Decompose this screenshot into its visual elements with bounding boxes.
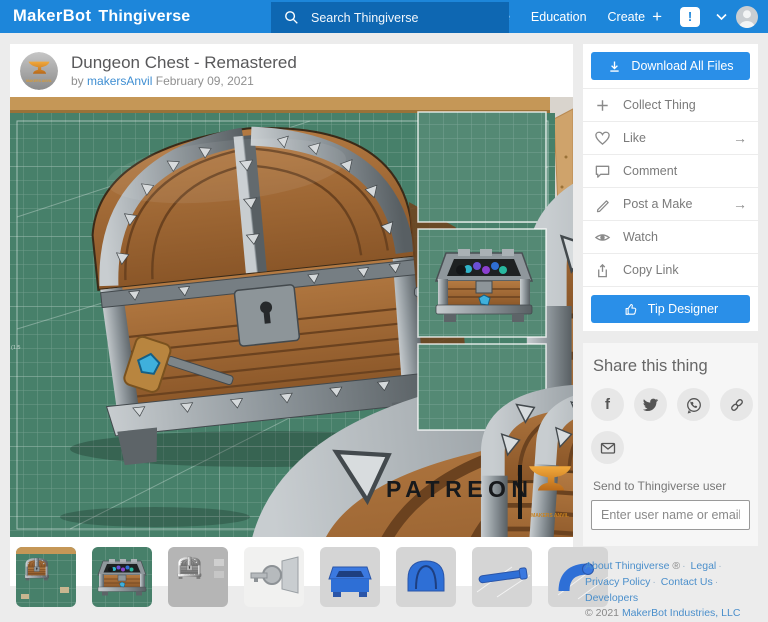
download-icon: [607, 59, 622, 74]
brand-makerbot: MakerBot: [13, 7, 91, 26]
download-all-files-button[interactable]: Download All Files: [591, 52, 750, 80]
thumbnail-render-blue-rod[interactable]: [472, 547, 532, 607]
thumbnail-photo-open-chest[interactable]: [92, 547, 152, 607]
thumbnail-render-blue-lid[interactable]: [396, 547, 456, 607]
comment-icon: [594, 163, 611, 180]
thumbs-up-icon: [623, 301, 639, 317]
makers-anvil-caption: MAKERS ANVIL: [531, 513, 569, 519]
search-input[interactable]: [309, 10, 493, 26]
main-thing-image[interactable]: (1.5: [10, 97, 573, 537]
share-twitter-button[interactable]: [634, 388, 667, 421]
thumbnail-render-gray-chest[interactable]: [168, 547, 228, 607]
eye-icon: [594, 229, 611, 246]
nav-create[interactable]: Create: [608, 10, 646, 24]
footer-developers-link[interactable]: Developers: [585, 592, 638, 604]
site-footer: About Thingiverse ®· Legal· Privacy Poli…: [583, 559, 758, 622]
creator-avatar-caption: MAKERS ANVIL: [26, 79, 52, 83]
plus-icon: [594, 97, 611, 114]
mat-marking: (1.5: [11, 345, 20, 351]
patreon-text: PATREON: [386, 476, 534, 502]
copy-link-button[interactable]: Copy Link: [583, 253, 758, 286]
collect-thing-button[interactable]: Collect Thing: [583, 88, 758, 121]
send-to-user-input[interactable]: [591, 500, 750, 530]
post-a-make-button[interactable]: Post a Make →: [583, 187, 758, 220]
publish-date: February 09, 2021: [156, 74, 254, 88]
thumbnail-render-lock-key[interactable]: [244, 547, 304, 607]
search-bar[interactable]: [271, 2, 509, 33]
search-icon: [284, 10, 299, 25]
page-title: Dungeon Chest - Remastered: [71, 53, 297, 73]
share-link-button[interactable]: [720, 388, 753, 421]
inset-open-chest: [418, 229, 546, 337]
notification-badge[interactable]: !: [680, 7, 700, 27]
share-title: Share this thing: [593, 357, 750, 376]
thing-header: MAKERS ANVIL Dungeon Chest - Remastered …: [10, 44, 573, 97]
heart-icon: [594, 130, 611, 147]
byline: by makersAnvil February 09, 2021: [71, 74, 297, 88]
share-facebook-button[interactable]: f: [591, 388, 624, 421]
twitter-icon: [642, 396, 659, 413]
thumbnail-strip: [10, 537, 573, 607]
action-sidebar: Download All Files Collect Thing Like → …: [583, 44, 758, 622]
share-icon: [594, 262, 611, 279]
thing-card: MAKERS ANVIL Dungeon Chest - Remastered …: [10, 44, 573, 586]
user-avatar[interactable]: [736, 6, 758, 28]
email-icon: [599, 439, 617, 457]
arrow-right-icon: →: [733, 196, 747, 212]
footer-about-link[interactable]: About Thingiverse: [585, 560, 669, 572]
chevron-down-icon[interactable]: [716, 13, 727, 21]
person-icon: [736, 6, 758, 28]
footer-legal-link[interactable]: Legal: [691, 560, 717, 572]
share-email-button[interactable]: [591, 431, 624, 464]
brand-thingiverse: Thingiverse: [98, 8, 190, 26]
facebook-icon: f: [605, 396, 610, 413]
send-to-user-label: Send to Thingiverse user: [593, 479, 750, 493]
comment-button[interactable]: Comment: [583, 154, 758, 187]
footer-company-link[interactable]: MakerBot Industries, LLC: [622, 607, 740, 619]
watch-button[interactable]: Watch: [583, 220, 758, 253]
tip-designer-button[interactable]: Tip Designer: [591, 295, 750, 323]
like-button[interactable]: Like →: [583, 121, 758, 154]
share-whatsapp-button[interactable]: [677, 388, 710, 421]
create-plus-icon[interactable]: +: [652, 8, 662, 25]
brand-logo[interactable]: MakerBot Thingiverse: [13, 7, 190, 26]
top-navbar: MakerBot Thingiverse Explore Education C…: [0, 0, 768, 33]
thumbnail-render-blue-chest-body[interactable]: [320, 547, 380, 607]
author-link[interactable]: makersAnvil: [87, 74, 152, 88]
copyright: © 2021: [585, 607, 619, 619]
link-icon: [728, 396, 746, 414]
nav-education[interactable]: Education: [531, 10, 587, 24]
pencil-icon: [594, 196, 611, 213]
creator-avatar[interactable]: MAKERS ANVIL: [20, 52, 58, 90]
share-section: Share this thing f: [583, 343, 758, 546]
arrow-right-icon: →: [733, 130, 747, 146]
thumbnail-photo-painted-chest[interactable]: [16, 547, 76, 607]
whatsapp-icon: [685, 396, 703, 414]
